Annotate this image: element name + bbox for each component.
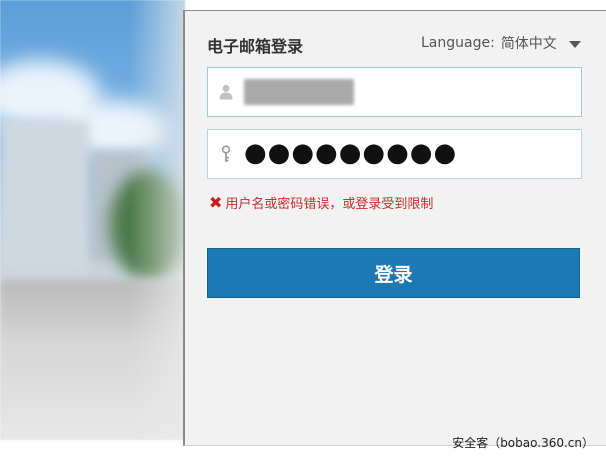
error-text: 用户名或密码错误，或登录受到限制 [225,197,434,212]
login-panel: 电子邮箱登录 Language: 简体中文 ●●●●●●●●● ✖ 用户名或密码… [183,10,606,446]
language-label: Language: [421,35,495,51]
caret-down-icon [568,40,581,48]
watermark: 安全客（bobao.360.cn） [452,436,594,450]
user-icon [208,84,244,100]
language-value: 简体中文 [500,36,557,52]
login-error-message: ✖ 用户名或密码错误，或登录受到限制 [209,193,433,212]
username-field[interactable] [207,67,582,117]
panel-title: 电子邮箱登录 [207,37,304,56]
key-icon [208,145,244,163]
error-x-icon: ✖ [209,193,223,212]
language-selector[interactable]: Language: 简体中文 [421,33,581,53]
blurred-background-photo [0,0,185,440]
password-value: ●●●●●●●●● [244,138,458,168]
login-button[interactable]: 登录 [207,248,580,298]
password-field[interactable]: ●●●●●●●●● [207,129,582,179]
username-value-redacted [244,79,354,105]
